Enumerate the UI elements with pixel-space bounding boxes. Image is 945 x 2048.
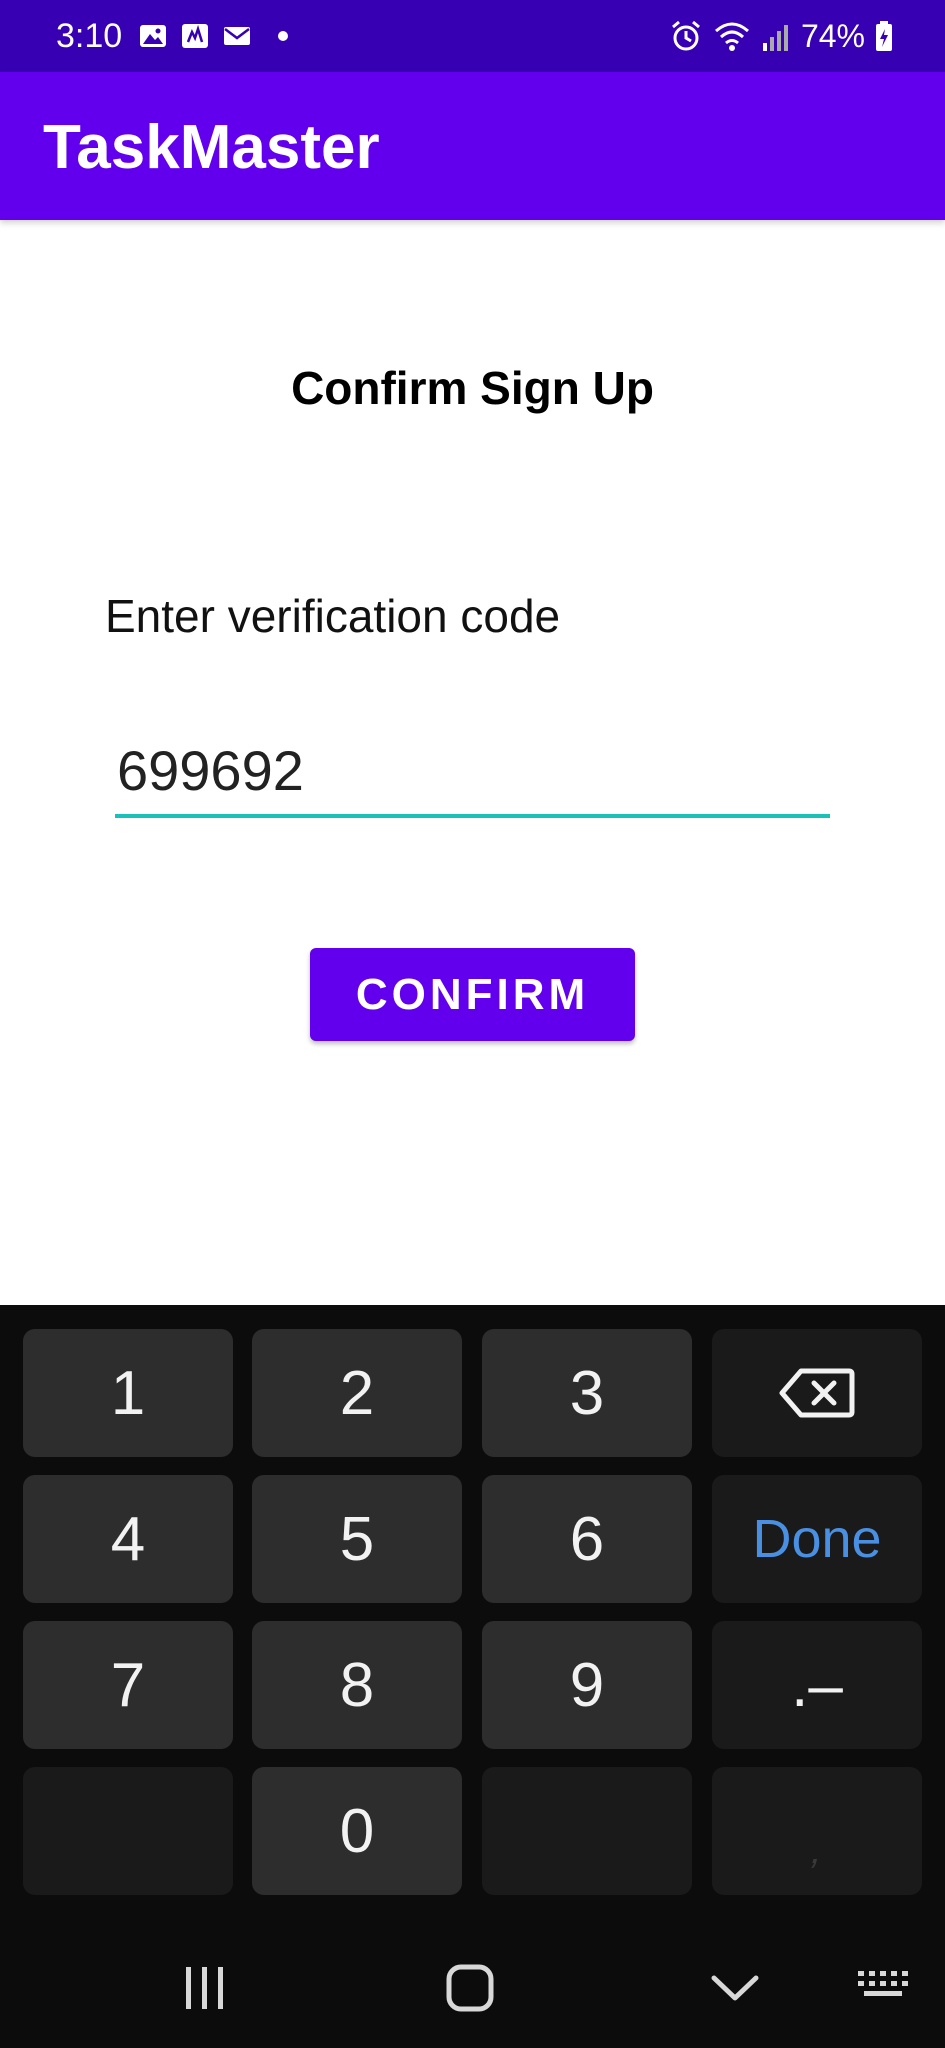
blank-key-left	[23, 1767, 233, 1895]
home-icon	[446, 1964, 494, 2012]
key-1[interactable]: 1	[23, 1329, 233, 1457]
keyboard-switch-button[interactable]	[845, 1950, 925, 2026]
done-key[interactable]: Done	[712, 1475, 922, 1603]
verification-code-label: Enter verification code	[105, 590, 561, 642]
back-button[interactable]	[690, 1950, 780, 2026]
confirm-button[interactable]: CONFIRM	[310, 948, 635, 1041]
key-3[interactable]: 3	[482, 1329, 692, 1457]
recents-button[interactable]	[160, 1950, 250, 2026]
page-title: Confirm Sign Up	[291, 362, 654, 414]
wifi-icon	[714, 22, 749, 51]
backspace-icon	[779, 1368, 855, 1418]
key-6[interactable]: 6	[482, 1475, 692, 1603]
signal-app-icon	[182, 24, 208, 48]
image-icon	[140, 25, 166, 47]
dot-icon	[278, 31, 288, 41]
mail-icon	[224, 27, 250, 45]
status-time: 3:10	[56, 17, 123, 55]
status-bar: 3:10 74%	[0, 0, 945, 72]
comma-key-label: ,	[806, 1829, 829, 1872]
battery-percent: 74%	[800, 18, 865, 54]
navigation-bar	[0, 1930, 945, 2048]
key-9[interactable]: 9	[482, 1621, 692, 1749]
key-7[interactable]: 7	[23, 1621, 233, 1749]
status-system-icons: 74%	[669, 14, 893, 58]
blank-key-right	[482, 1767, 692, 1895]
cell-signal-icon	[762, 25, 788, 51]
key-0[interactable]: 0	[252, 1767, 462, 1895]
key-8[interactable]: 8	[252, 1621, 462, 1749]
comma-key[interactable]: ,	[712, 1767, 922, 1895]
status-notification-icons	[138, 22, 288, 50]
back-chevron-icon	[711, 1975, 759, 2001]
verification-code-input[interactable]	[115, 732, 830, 818]
recents-icon	[186, 1967, 223, 2009]
keyboard-switch-icon	[858, 1971, 908, 1996]
app-bar: TaskMaster	[0, 72, 945, 220]
home-button[interactable]	[425, 1950, 515, 2026]
dot-dash-key[interactable]: .–	[712, 1621, 922, 1749]
battery-icon	[876, 21, 892, 51]
key-2[interactable]: 2	[252, 1329, 462, 1457]
key-5[interactable]: 5	[252, 1475, 462, 1603]
key-4[interactable]: 4	[23, 1475, 233, 1603]
alarm-icon	[671, 20, 700, 51]
app-title: TaskMaster	[43, 113, 380, 182]
backspace-key[interactable]	[712, 1329, 922, 1457]
